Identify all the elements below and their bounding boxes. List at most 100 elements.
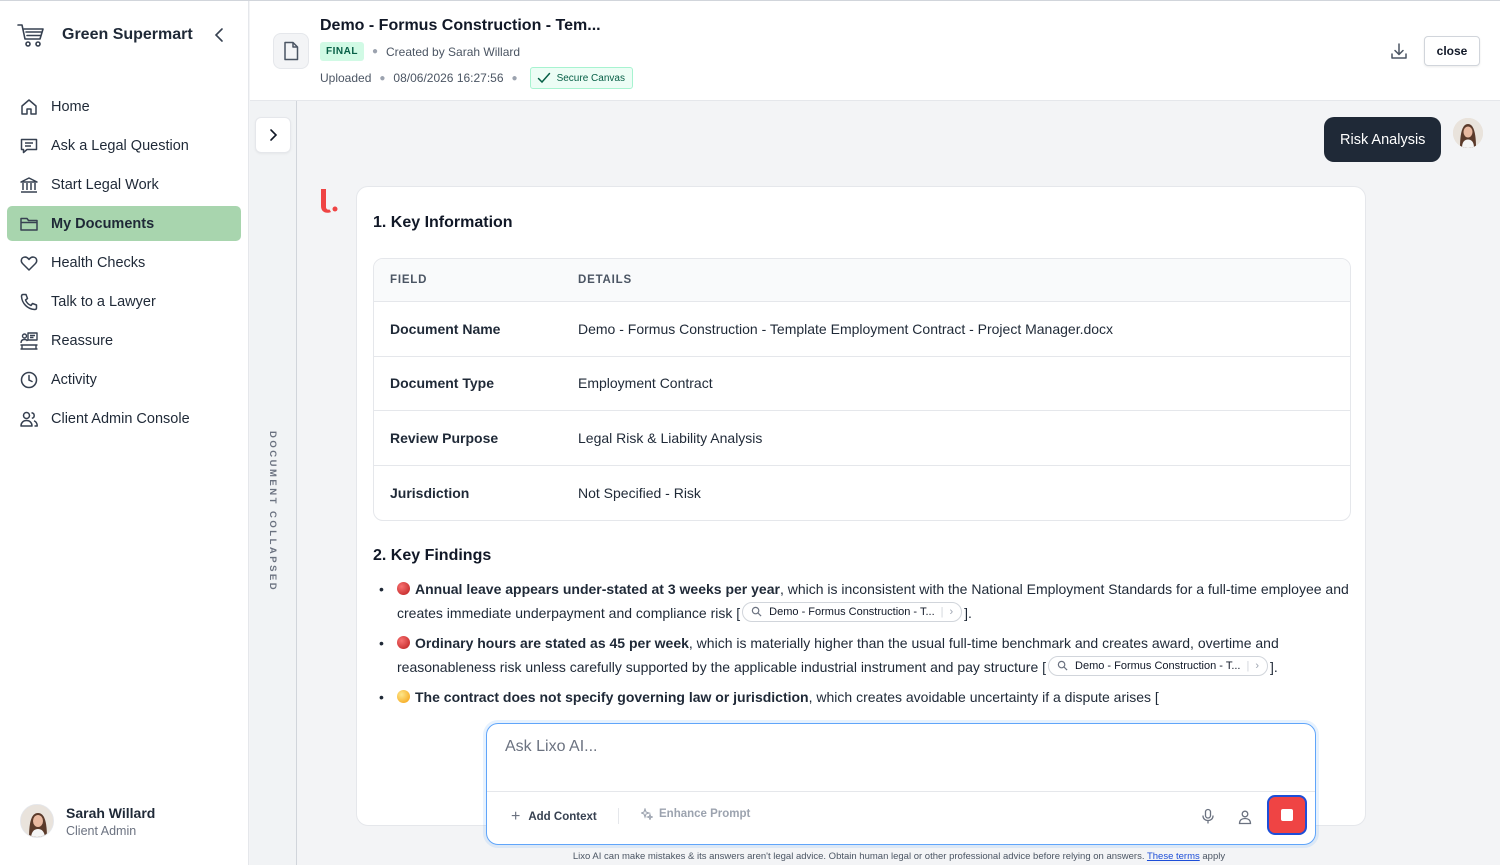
lixo-logo-icon <box>321 189 338 213</box>
meta-separator: ● <box>511 72 518 84</box>
chat-icon <box>20 138 38 153</box>
search-icon <box>751 606 762 617</box>
composer-divider <box>487 791 1315 792</box>
uploaded-timestamp: 08/06/2026 16:27:56 <box>393 71 504 85</box>
user-profile[interactable]: Sarah Willard Client Admin <box>20 804 155 838</box>
chevron-right-icon: › <box>949 605 954 618</box>
sidebar-item-label: Ask a Legal Question <box>51 137 189 154</box>
finding-headline: Ordinary hours are stated as 45 per week <box>415 635 689 651</box>
app-window: Green Supermart Home Ask a Legal Questio… <box>0 0 1500 865</box>
source-citation-chip[interactable]: Demo - Formus Construction - T... | › <box>1048 655 1269 676</box>
sidebar-item-home[interactable]: Home <box>7 89 241 124</box>
finding-end: ]. <box>964 605 972 621</box>
add-context-button[interactable]: + Add Context <box>511 808 597 826</box>
table-cell-details: Not Specified - Risk <box>578 484 701 501</box>
sidebar-item-label: Home <box>51 98 90 115</box>
table-header-row: FIELD DETAILS <box>374 259 1350 302</box>
table-cell-details: Demo - Formus Construction - Template Em… <box>578 320 1114 337</box>
meta-separator: ● <box>379 72 386 84</box>
key-findings-list: Annual leave appears under-stated at 3 w… <box>373 577 1357 715</box>
enhance-prompt-label: Enhance Prompt <box>659 808 751 820</box>
stop-icon <box>1281 809 1293 821</box>
table-row: Jurisdiction Not Specified - Risk <box>374 466 1350 521</box>
composer-input[interactable]: Ask Lixo AI... <box>505 738 597 756</box>
sidebar-item-talk-to-lawyer[interactable]: Talk to a Lawyer <box>7 284 241 319</box>
status-badge: FINAL <box>320 42 364 61</box>
enhance-prompt-button[interactable]: Enhance Prompt <box>641 808 750 820</box>
finding-headline: The contract does not specify governing … <box>415 689 809 705</box>
table-cell-field: Review Purpose <box>390 429 499 446</box>
red-severity-icon <box>397 582 410 595</box>
table-cell-field: Document Name <box>390 320 501 337</box>
list-item: The contract does not specify governing … <box>373 685 1357 709</box>
source-citation-chip[interactable]: Demo - Formus Construction - T... | › <box>742 601 963 622</box>
sidebar-item-label: Reassure <box>51 332 114 349</box>
disclaimer-after: apply <box>1199 851 1226 862</box>
sidebar-nav: Home Ask a Legal Question Start Legal Wo… <box>7 89 241 440</box>
user-text: Sarah Willard Client Admin <box>66 805 155 838</box>
table-row: Review Purpose Legal Risk & Liability An… <box>374 411 1350 466</box>
sidebar-item-start-legal-work[interactable]: Start Legal Work <box>7 167 241 202</box>
document-meta-row: FINAL ● Created by Sarah Willard <box>320 42 520 61</box>
sidebar-item-ask-legal-question[interactable]: Ask a Legal Question <box>7 128 241 163</box>
sparkles-icon <box>641 808 653 820</box>
secure-canvas-badge: Secure Canvas <box>529 67 633 89</box>
disclaimer: Lixo AI can make mistakes & its answers … <box>298 851 1500 862</box>
close-button[interactable]: close <box>1424 36 1480 66</box>
person-icon[interactable] <box>1237 809 1253 825</box>
document-collapsed-label: DOCUMENT COLLAPSED <box>267 431 278 593</box>
table-header-field: FIELD <box>390 274 428 286</box>
heart-icon <box>20 255 38 271</box>
brand-name: Green Supermart <box>62 26 193 43</box>
clock-icon <box>20 371 38 388</box>
document-icon-box <box>273 33 309 69</box>
sidebar-item-label: Activity <box>51 371 97 388</box>
phone-icon <box>20 293 38 310</box>
users-icon <box>20 411 38 427</box>
sidebar-item-activity[interactable]: Activity <box>7 362 241 397</box>
chevron-left-icon[interactable] <box>210 25 230 45</box>
user-name: Sarah Willard <box>66 804 156 821</box>
document-collapsed-strip: DOCUMENT COLLAPSED <box>250 101 297 865</box>
key-information-table: FIELD DETAILS Document Name Demo - Formu… <box>373 258 1351 521</box>
created-by: Created by Sarah Willard <box>386 44 521 59</box>
brand: Green Supermart <box>16 19 236 51</box>
microphone-icon[interactable] <box>1200 808 1216 824</box>
list-item: Ordinary hours are stated as 45 per week… <box>373 631 1357 679</box>
sidebar-item-label: My Documents <box>51 215 155 232</box>
terms-link[interactable]: These terms <box>1147 851 1200 862</box>
table-row: Document Type Employment Contract <box>374 357 1350 411</box>
upload-meta-row: Uploaded ● 08/06/2026 16:27:56 ● Secure … <box>320 67 633 89</box>
user-message-bubble: Risk Analysis <box>1324 117 1442 162</box>
expand-document-button[interactable] <box>255 117 291 153</box>
document-title: Demo - Formus Construction - Tem... <box>320 17 601 34</box>
chat-composer[interactable]: Ask Lixo AI... + Add Context Enhance Pro… <box>486 723 1316 845</box>
sidebar-item-label: Start Legal Work <box>51 176 159 193</box>
sidebar-item-health-checks[interactable]: Health Checks <box>7 245 241 280</box>
check-icon <box>537 72 550 84</box>
secure-canvas-label: Secure Canvas <box>556 72 625 84</box>
finding-text: , which creates avoidable uncertainty if… <box>808 689 1159 705</box>
sidebar-item-my-documents[interactable]: My Documents <box>7 206 241 241</box>
table-cell-field: Document Type <box>390 375 494 392</box>
chip-separator: | <box>1246 659 1250 672</box>
sidebar-item-reassure[interactable]: Reassure <box>7 323 241 358</box>
user-role: Client Admin <box>66 823 137 838</box>
bank-icon <box>20 176 38 193</box>
sidebar-item-label: Health Checks <box>51 254 146 271</box>
sidebar: Green Supermart Home Ask a Legal Questio… <box>0 1 249 865</box>
stop-generation-button[interactable] <box>1267 795 1307 835</box>
search-icon <box>1057 660 1068 671</box>
list-item: Annual leave appears under-stated at 3 w… <box>373 577 1357 625</box>
download-icon[interactable] <box>1389 41 1409 61</box>
red-severity-icon <box>397 636 410 649</box>
chevron-right-icon <box>270 129 278 141</box>
finding-end: ]. <box>1270 659 1278 675</box>
chip-separator: | <box>940 605 944 618</box>
cart-icon <box>17 24 44 47</box>
sidebar-item-label: Client Admin Console <box>51 410 190 427</box>
sidebar-item-client-admin-console[interactable]: Client Admin Console <box>7 401 241 436</box>
home-icon <box>21 98 37 115</box>
table-cell-details: Legal Risk & Liability Analysis <box>578 429 763 446</box>
citation-label: Demo - Formus Construction - T... <box>769 605 935 618</box>
